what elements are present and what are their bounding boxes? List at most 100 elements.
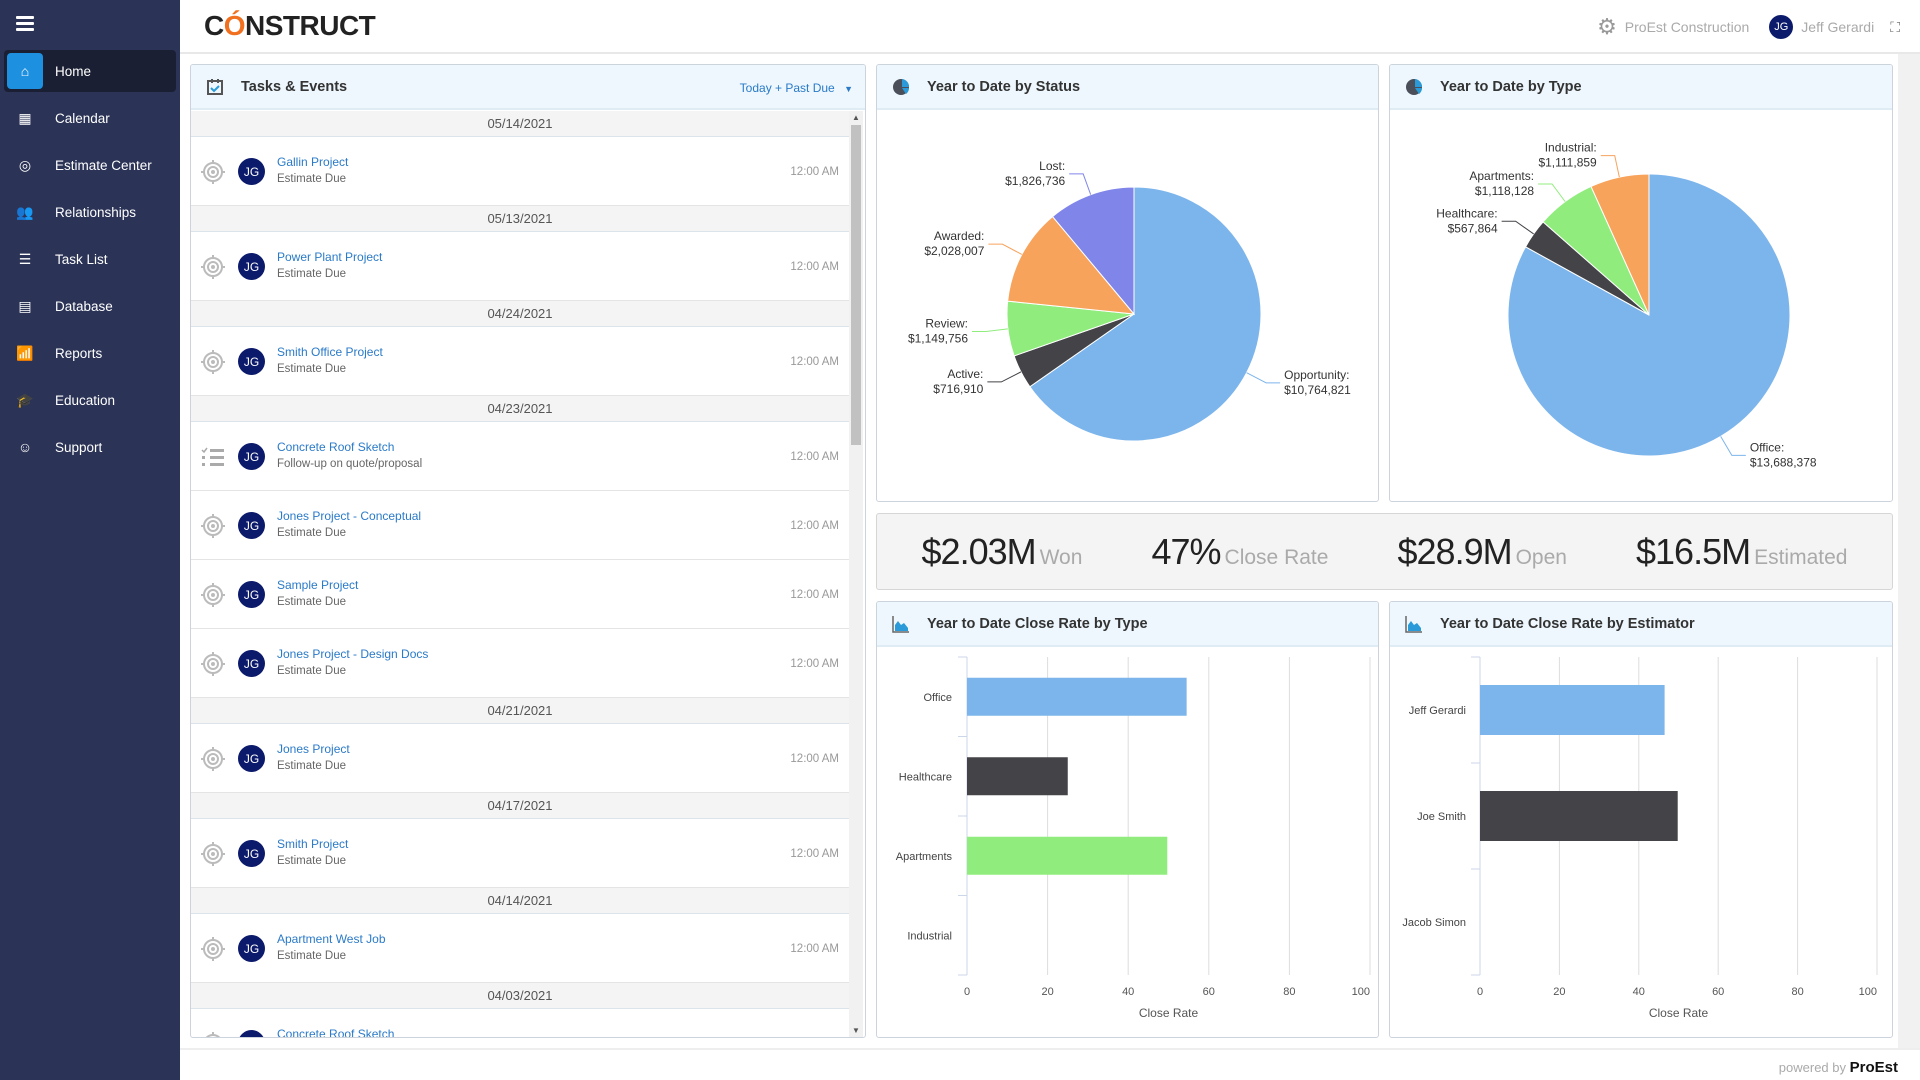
sidebar-item-relationships[interactable]: 👥 Relationships [4,191,176,233]
category-label: Joe Smith [1417,811,1466,823]
task-item[interactable]: JG Jones Project Estimate Due 12:00 AM [191,724,849,793]
kpi-value: $2.03M [921,530,1037,572]
task-item[interactable]: JG Jones Project - Design Docs Estimate Du… [191,629,849,698]
target-icon [201,937,225,961]
task-title-link[interactable]: Sample Project [277,578,358,592]
sidebar-item-estimate-center[interactable]: ◎ Estimate Center [4,144,176,186]
task-item[interactable]: JG Power Plant Project Estimate Due 12:00 A… [191,232,849,301]
avatar: JG [238,158,265,185]
avatar: JG [238,935,265,962]
sidebar-item-label: Calendar [55,110,110,126]
pie-label: Apartments: [1469,169,1534,183]
page-scrollbar[interactable] [1898,54,1920,1048]
scrollbar[interactable]: ▲ ▼ [849,111,863,1037]
sidebar: ⌂ Home ▦ Calendar ◎ Estimate Center 👥 Relations… [0,0,180,1080]
pie-label: Industrial: [1545,141,1597,155]
date-header: 04/17/2021 [191,793,849,819]
database-icon: ▤ [18,297,32,314]
target-icon [201,583,225,607]
task-subtitle: Estimate Due [277,173,347,185]
task-subtitle: Estimate Due [277,665,347,677]
tasks-events-panel: Tasks & Events Today + Past Due ▼ 05/14/… [190,64,866,1038]
proest-logo: ProEst [1849,1059,1898,1076]
user-avatar[interactable]: JG [1769,15,1794,39]
construct-logo[interactable]: CÓNSTRUCT [204,10,376,42]
pie-label: Lost: [1039,159,1065,173]
sidebar-item-reports[interactable]: 📶 Reports [4,332,176,374]
task-title-link[interactable]: Concrete Roof Sketch [277,440,394,454]
avatar: JG [238,1030,265,1037]
task-subtitle: Follow-up on quote/proposal [277,458,423,470]
hamburger-menu-icon[interactable] [16,16,34,32]
bar-apartments[interactable] [967,836,1168,875]
date-header: 05/13/2021 [191,206,849,232]
filter-dropdown[interactable]: Today + Past Due ▼ [740,81,853,95]
task-item[interactable]: JG Concrete Roof Sketch Follow-up on quote… [191,422,849,491]
task-item[interactable]: JG Gallin Project Estimate Due 12:00 AM [191,137,849,206]
kpi-value: $28.9M [1397,530,1513,572]
bar-healthcare[interactable] [967,757,1068,796]
pie-connector [1538,183,1566,202]
pie-value-label: $1,826,736 [1005,174,1065,188]
panel-title: Year to Date Close Rate by Estimator [1440,615,1695,632]
bar-joe-smith[interactable] [1480,791,1678,841]
sidebar-item-home[interactable]: ⌂ Home [4,50,176,92]
task-title-link[interactable]: Jones Project - Design Docs [277,647,428,661]
pie-connector [1501,220,1534,235]
user-name[interactable]: Jeff Gerardi [1801,19,1874,35]
x-tick-label: 20 [1041,986,1053,998]
gear-icon[interactable]: ⚙ [1597,14,1617,40]
task-item[interactable]: JG Smith Office Project Estimate Due 12:00 … [191,327,849,396]
bar-office[interactable] [967,677,1187,716]
caret-down-icon: ▼ [844,84,853,94]
panel-title: Year to Date by Status [927,78,1081,95]
status-pie-chart: Opportunity:$10,764,821 Active:$716,910 Re… [908,159,1351,442]
bar-jeff-gerardi[interactable] [1480,685,1665,735]
task-time: 12:00 AM [790,261,839,273]
sidebar-item-calendar[interactable]: ▦ Calendar [4,97,176,139]
category-label: Jacob Simon [1402,917,1466,929]
task-title-link[interactable]: Concrete Roof Sketch [277,1027,394,1037]
task-item[interactable]: JG Smith Project Estimate Due 12:00 AM [191,819,849,888]
task-title-link[interactable]: Smith Project [277,837,348,851]
avatar: JG [238,650,265,677]
x-tick-label: 40 [1633,986,1645,998]
category-label: Apartments [896,851,953,863]
support-icon: ☺ [17,439,33,455]
task-subtitle: Estimate Due [277,855,347,867]
task-list-icon [201,445,225,469]
task-time: 12:00 AM [790,753,839,765]
date-header: 04/03/2021 [191,983,849,1009]
status-pie-panel: Year to Date by Status Opportunity: $10,7… [876,64,1379,502]
fullscreen-icon[interactable]: ⛶ [1890,19,1900,36]
pie-connector [987,371,1022,383]
target-icon [201,1032,225,1037]
sidebar-item-support[interactable]: ☺ Support [4,426,176,468]
task-item[interactable]: JG Concrete Roof Sketch [191,1009,849,1037]
footer: powered by ProEst [180,1048,1920,1080]
task-subtitle: Estimate Due [277,760,347,772]
task-subtitle: Estimate Due [277,268,347,280]
sidebar-item-task-list[interactable]: ☰ Task List [4,238,176,280]
task-time: 12:00 AM [790,356,839,368]
task-title-link[interactable]: Jones Project - Conceptual [277,509,421,523]
pie-label: Opportunity: [1284,368,1349,382]
pie-label: Office: [1750,440,1784,454]
target-icon [201,160,225,184]
task-title-link[interactable]: Apartment West Job [277,932,386,946]
sidebar-item-education[interactable]: 🎓 Education [4,379,176,421]
sidebar-item-database[interactable]: ▤ Database [4,285,176,327]
task-title-link[interactable]: Gallin Project [277,155,348,169]
avatar: JG [238,745,265,772]
task-item[interactable]: JG Sample Project Estimate Due 12:00 AM [191,560,849,629]
date-header: 04/23/2021 [191,396,849,422]
task-title-link[interactable]: Jones Project [277,742,350,756]
avatar: JG [238,840,265,867]
kpi-label: Won [1039,545,1083,569]
task-item[interactable]: JG Jones Project - Conceptual Estimate Due… [191,491,849,560]
task-title-link[interactable]: Smith Office Project [277,345,383,359]
target-icon [201,842,225,866]
task-item[interactable]: JG Apartment West Job Estimate Due 12:00 AM [191,914,849,983]
company-name[interactable]: ProEst Construction [1625,19,1750,35]
task-title-link[interactable]: Power Plant Project [277,250,382,264]
